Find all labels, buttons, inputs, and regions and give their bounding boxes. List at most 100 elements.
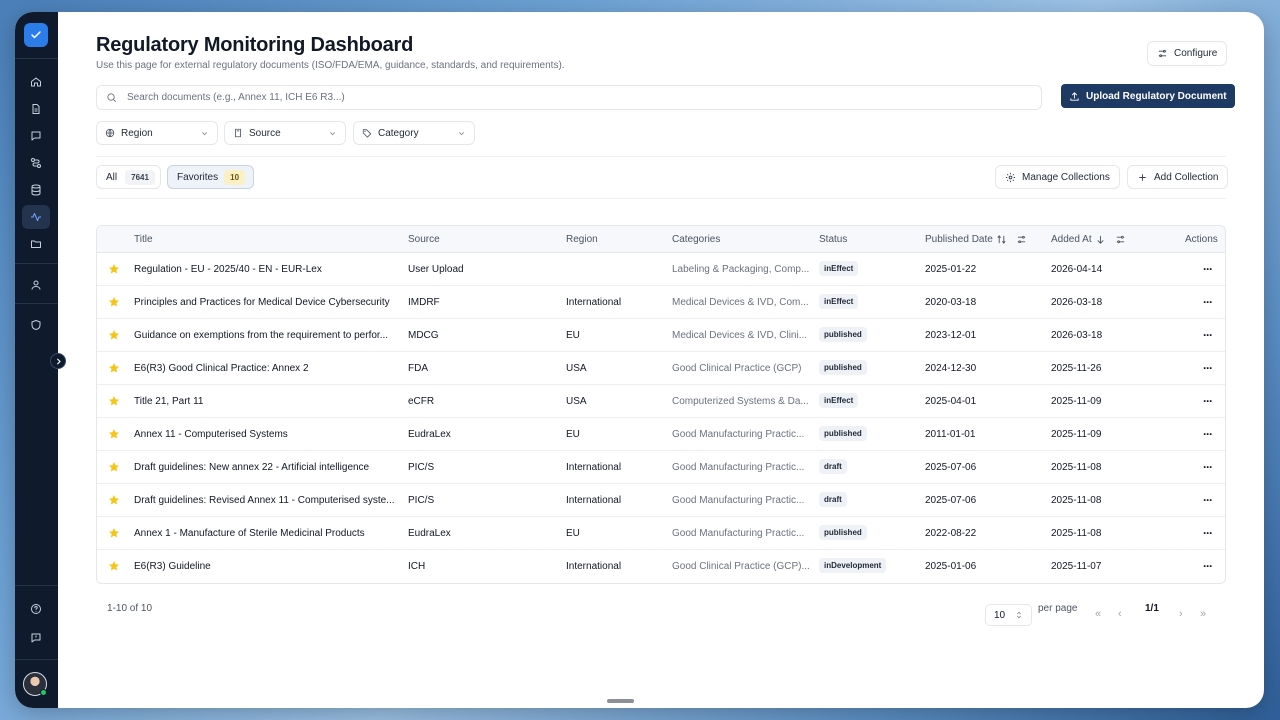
- table-row[interactable]: Principles and Practices for Medical Dev…: [97, 286, 1225, 319]
- row-actions-menu-icon[interactable]: ···: [1203, 559, 1213, 573]
- main-content: Regulatory Monitoring Dashboard Use this…: [58, 12, 1264, 708]
- table-row[interactable]: E6(R3) Guideline ICH International Good Cli…: [97, 550, 1225, 583]
- col-categories[interactable]: Categories: [672, 234, 720, 245]
- favorite-star-icon[interactable]: [108, 461, 120, 473]
- add-collection-button[interactable]: Add Collection: [1127, 165, 1229, 189]
- favorite-star-icon[interactable]: [108, 362, 120, 374]
- folder-icon: [31, 240, 41, 248]
- table-row[interactable]: Annex 11 - Computerised Systems EudraLex E…: [97, 418, 1225, 451]
- row-region: International: [566, 297, 622, 308]
- app-logo[interactable]: [24, 23, 48, 47]
- tab-all-count: 7641: [125, 169, 155, 185]
- row-actions-menu-icon[interactable]: ···: [1203, 526, 1213, 540]
- col-region[interactable]: Region: [566, 234, 598, 245]
- row-actions-menu-icon[interactable]: ···: [1203, 460, 1213, 474]
- table-row[interactable]: Draft guidelines: Revised Annex 11 - Com…: [97, 484, 1225, 517]
- row-title[interactable]: Title 21, Part 11: [134, 396, 400, 407]
- row-added-date: 2026-03-18: [1051, 297, 1103, 308]
- row-title[interactable]: Annex 1 - Manufacture of Sterile Medicin…: [134, 528, 400, 539]
- status-badge: published: [819, 360, 867, 375]
- row-actions-menu-icon[interactable]: ···: [1203, 295, 1213, 309]
- row-title[interactable]: Guidance on exemptions from the requirem…: [134, 330, 400, 341]
- row-title[interactable]: Draft guidelines: New annex 22 - Artific…: [134, 462, 400, 473]
- rail-divider: [15, 58, 58, 59]
- sidebar-item-workflows[interactable]: [22, 151, 50, 175]
- row-categories: Good Manufacturing Practic...: [672, 462, 805, 473]
- sidebar-item-documents[interactable]: [22, 97, 50, 121]
- tab-all[interactable]: All 7641: [96, 165, 161, 189]
- col-source[interactable]: Source: [408, 234, 440, 245]
- region-filter-label: Region: [121, 127, 153, 139]
- favorite-star-icon[interactable]: [108, 263, 120, 275]
- row-actions-menu-icon[interactable]: ···: [1203, 328, 1213, 342]
- first-page-icon[interactable]: «: [1095, 608, 1101, 620]
- table-row[interactable]: Guidance on exemptions from the requirem…: [97, 319, 1225, 352]
- row-published-date: 2025-07-06: [925, 462, 977, 473]
- row-title[interactable]: Annex 11 - Computerised Systems: [134, 429, 400, 440]
- favorite-star-icon[interactable]: [108, 527, 120, 539]
- row-actions-menu-icon[interactable]: ···: [1203, 427, 1213, 441]
- search-input[interactable]: [127, 92, 1007, 103]
- favorite-star-icon[interactable]: [108, 395, 120, 407]
- filter-sliders-icon[interactable]: [1115, 234, 1126, 245]
- row-categories: Good Clinical Practice (GCP)...: [672, 561, 810, 572]
- avatar[interactable]: [23, 672, 47, 696]
- tab-favorites[interactable]: Favorites 10: [167, 165, 255, 189]
- row-title[interactable]: E6(R3) Good Clinical Practice: Annex 2: [134, 363, 400, 374]
- table-row[interactable]: Draft guidelines: New annex 22 - Artific…: [97, 451, 1225, 484]
- table-row[interactable]: Regulation - EU - 2025/40 - EN - EUR-Lex…: [97, 253, 1225, 286]
- sidebar-item-regulatory-monitoring[interactable]: [22, 205, 50, 229]
- next-page-icon[interactable]: ›: [1179, 608, 1183, 620]
- sidebar-item-feedback[interactable]: [22, 626, 50, 650]
- sidebar-item-security[interactable]: [22, 313, 50, 337]
- sidebar-item-messages[interactable]: [22, 124, 50, 148]
- window-resize-handle[interactable]: [607, 699, 634, 703]
- sidebar-item-help[interactable]: [22, 597, 50, 621]
- row-added-date: 2025-11-08: [1051, 462, 1102, 473]
- favorite-star-icon[interactable]: [108, 494, 120, 506]
- row-title[interactable]: E6(R3) Guideline: [134, 561, 400, 572]
- sidebar-item-database[interactable]: [22, 178, 50, 202]
- col-added[interactable]: Added At: [1051, 234, 1126, 245]
- source-filter[interactable]: Source: [224, 121, 346, 145]
- sidebar-expand-button[interactable]: [50, 353, 66, 369]
- favorite-star-icon[interactable]: [108, 329, 120, 341]
- region-filter[interactable]: Region: [96, 121, 218, 145]
- row-source: IMDRF: [408, 297, 440, 308]
- row-categories: Medical Devices & IVD, Clini...: [672, 330, 808, 341]
- row-title[interactable]: Draft guidelines: Revised Annex 11 - Com…: [134, 495, 400, 506]
- sidebar-item-users[interactable]: [22, 273, 50, 297]
- col-title[interactable]: Title: [134, 234, 153, 245]
- row-title[interactable]: Regulation - EU - 2025/40 - EN - EUR-Lex: [134, 264, 400, 275]
- sidebar-item-home[interactable]: [22, 70, 50, 94]
- filter-sliders-icon[interactable]: [1016, 234, 1027, 245]
- prev-page-icon[interactable]: ‹: [1118, 608, 1122, 620]
- favorite-star-icon[interactable]: [108, 560, 120, 572]
- favorite-star-icon[interactable]: [108, 296, 120, 308]
- row-title[interactable]: Principles and Practices for Medical Dev…: [134, 297, 400, 308]
- table-row[interactable]: Annex 1 - Manufacture of Sterile Medicin…: [97, 517, 1225, 550]
- status-badge: inEffect: [819, 393, 859, 408]
- row-categories: Good Manufacturing Practic...: [672, 528, 805, 539]
- row-actions-menu-icon[interactable]: ···: [1203, 394, 1213, 408]
- row-actions-menu-icon[interactable]: ···: [1203, 361, 1213, 375]
- row-actions-menu-icon[interactable]: ···: [1203, 493, 1213, 507]
- sidebar-item-folders[interactable]: [22, 232, 50, 256]
- last-page-icon[interactable]: »: [1200, 608, 1206, 620]
- table-row[interactable]: E6(R3) Good Clinical Practice: Annex 2 FD…: [97, 352, 1225, 385]
- row-source: EudraLex: [408, 429, 451, 440]
- sort-icon[interactable]: [996, 234, 1007, 245]
- row-actions-menu-icon[interactable]: ···: [1203, 262, 1213, 276]
- col-published[interactable]: Published Date: [925, 234, 1027, 245]
- arrow-down-icon[interactable]: [1095, 234, 1106, 245]
- favorite-star-icon[interactable]: [108, 428, 120, 440]
- manage-collections-button[interactable]: Manage Collections: [995, 165, 1120, 189]
- category-filter[interactable]: Category: [353, 121, 475, 145]
- col-status[interactable]: Status: [819, 234, 847, 245]
- per-page-select[interactable]: 10: [985, 604, 1032, 626]
- configure-button[interactable]: Configure: [1147, 41, 1228, 66]
- status-badge: published: [819, 327, 867, 342]
- table-row[interactable]: Title 21, Part 11 eCFR USA Computerized Sys…: [97, 385, 1225, 418]
- search-box[interactable]: [96, 85, 1042, 110]
- upload-document-button[interactable]: Upload Regulatory Document: [1061, 84, 1235, 108]
